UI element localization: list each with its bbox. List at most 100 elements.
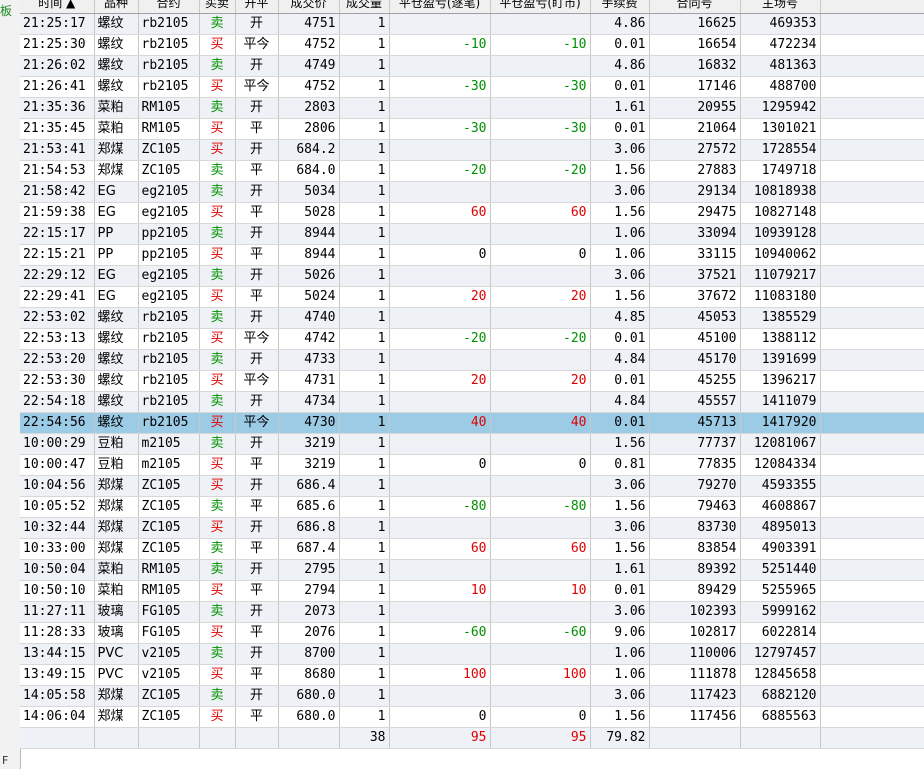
table-row[interactable]: 10:32:44 郑煤 ZC105 买开 686.8 1 3.06 83730 4895013	[20, 517, 924, 539]
cell-contract: m2105	[138, 433, 200, 455]
cell-open-close: 开	[235, 517, 279, 539]
table-row[interactable]: 21:25:30 螺纹 rb2105 买平今 4752 1 -10 -10 0.01 16654 4…	[20, 34, 924, 56]
cell-pnl-mtm	[490, 97, 591, 119]
cell-price: 8944	[278, 244, 340, 266]
cell-main-no: 1749718	[740, 160, 821, 182]
table-row[interactable]: 22:54:56 螺纹 rb2105 买平今 4730 1 40 40 0.01 45713 141…	[20, 412, 924, 434]
table-row[interactable]: 22:15:17 PP pp2105 卖开 8944 1 1.06 33094 10939128	[20, 223, 924, 245]
table-row[interactable]: 21:58:42 EG eg2105 卖开 5034 1 3.06 29134 10818938	[20, 181, 924, 203]
cell-qty: 1	[339, 55, 390, 77]
header-price[interactable]: 成交价	[278, 0, 340, 14]
cell-contract-no: 27883	[649, 160, 741, 182]
cell-qty: 1	[339, 580, 390, 602]
table-row[interactable]: 10:00:29 豆粕 m2105 卖开 3219 1 1.56 77737 12081067	[20, 433, 924, 455]
cell-time: 10:00:47	[20, 454, 95, 476]
table-row[interactable]: 11:28:33 玻璃 FG105 买平 2076 1 -60 -60 9.06 102817 60…	[20, 622, 924, 644]
table-row[interactable]: 10:05:52 郑煤 ZC105 卖平 685.6 1 -80 -80 1.56 79463 46…	[20, 496, 924, 518]
header-open-close[interactable]: 开平	[235, 0, 279, 14]
table-row[interactable]: 14:05:58 郑煤 ZC105 卖开 680.0 1 3.06 117423 6882120	[20, 685, 924, 707]
cell-side: 买	[199, 706, 236, 728]
table-row[interactable]: 21:35:36 菜粕 RM105 卖开 2803 1 1.61 20955 1295942	[20, 97, 924, 119]
cell-main-no: 472234	[740, 34, 821, 56]
cell-pnl-mtm	[490, 307, 591, 329]
table-row[interactable]: 22:29:12 EG eg2105 卖开 5026 1 3.06 37521 11079217	[20, 265, 924, 287]
table-row[interactable]: 22:53:02 螺纹 rb2105 卖开 4740 1 4.85 45053 1385529	[20, 307, 924, 329]
table-row[interactable]: 11:27:11 玻璃 FG105 卖开 2073 1 3.06 102393 5999162	[20, 601, 924, 623]
cell-price: 5026	[278, 265, 340, 287]
cell-open-close: 平	[235, 244, 279, 266]
table-row[interactable]: 21:25:17 螺纹 rb2105 卖开 4751 1 4.86 16625 469353	[20, 13, 924, 35]
table-row[interactable]: 21:35:45 菜粕 RM105 买平 2806 1 -30 -30 0.01 21064 130…	[20, 118, 924, 140]
cell-pnl-trade	[389, 181, 491, 203]
header-side[interactable]: 买卖	[199, 0, 236, 14]
table-row[interactable]: 13:49:15 PVC v2105 买平 8680 1 100 100 1.06 111878 1…	[20, 664, 924, 686]
cell-price: 685.6	[278, 496, 340, 518]
cell-contract-no: 45255	[649, 370, 741, 392]
cell-pnl-mtm	[490, 391, 591, 413]
table-row[interactable]: 10:50:04 菜粕 RM105 卖开 2795 1 1.61 89392 5251440	[20, 559, 924, 581]
table-row[interactable]: 22:53:30 螺纹 rb2105 买平今 4731 1 20 20 0.01 45255 139…	[20, 370, 924, 392]
cell-price: 2794	[278, 580, 340, 602]
cell-open-close: 开	[235, 685, 279, 707]
cell-qty: 1	[339, 76, 390, 98]
cell-time: 22:53:13	[20, 328, 95, 350]
table-row[interactable]: 22:15:21 PP pp2105 买平 8944 1 0 0 1.06 33115 109400…	[20, 244, 924, 266]
cell-variety: 螺纹	[94, 34, 139, 56]
total-pnl-trade: 95	[389, 727, 491, 749]
cell-variety: PP	[94, 244, 139, 266]
header-time[interactable]: 时间 ▲	[20, 0, 95, 14]
cell-side: 卖	[199, 433, 236, 455]
header-main-no[interactable]: 主场号	[740, 0, 821, 14]
table-row[interactable]: 22:53:13 螺纹 rb2105 买平今 4742 1 -20 -20 0.01 45100 1…	[20, 328, 924, 350]
cell-price: 684.2	[278, 139, 340, 161]
header-contract[interactable]: 合约	[138, 0, 200, 14]
cell-price: 8944	[278, 223, 340, 245]
header-pnl-trade[interactable]: 平仓盈亏(逐笔)	[389, 0, 491, 14]
table-row[interactable]: 22:53:20 螺纹 rb2105 卖开 4733 1 4.84 45170 1391699	[20, 349, 924, 371]
cell-contract: RM105	[138, 580, 200, 602]
header-variety[interactable]: 品种	[94, 0, 139, 14]
cell-qty: 1	[339, 475, 390, 497]
table-row[interactable]: 21:54:53 郑煤 ZC105 卖平 684.0 1 -20 -20 1.56 27883 17…	[20, 160, 924, 182]
cell-time: 21:35:36	[20, 97, 95, 119]
cell-pnl-mtm: -10	[490, 34, 591, 56]
cell-qty: 1	[339, 139, 390, 161]
cell-contract-no: 33094	[649, 223, 741, 245]
table-row[interactable]: 10:50:10 菜粕 RM105 买平 2794 1 10 10 0.01 89429 52559…	[20, 580, 924, 602]
cell-main-no: 12084334	[740, 454, 821, 476]
cell-open-close: 开	[235, 601, 279, 623]
cell-qty: 1	[339, 391, 390, 413]
header-fee[interactable]: 手续费	[590, 0, 650, 14]
cell-contract: rb2105	[138, 370, 200, 392]
cell-open-close: 平今	[235, 34, 279, 56]
cell-time: 10:32:44	[20, 517, 95, 539]
cell-contract: rb2105	[138, 55, 200, 77]
filler-cell	[820, 370, 924, 392]
table-row[interactable]: 14:06:04 郑煤 ZC105 买平 680.0 1 0 0 1.56 117456 68855…	[20, 706, 924, 728]
cell-time: 21:59:38	[20, 202, 95, 224]
cell-contract-no: 83730	[649, 517, 741, 539]
table-row[interactable]: 21:53:41 郑煤 ZC105 买开 684.2 1 3.06 27572 1728554	[20, 139, 924, 161]
table-row[interactable]: 10:04:56 郑煤 ZC105 买开 686.4 1 3.06 79270 4593355	[20, 475, 924, 497]
cell-open-close: 平	[235, 160, 279, 182]
table-row[interactable]: 13:44:15 PVC v2105 卖开 8700 1 1.06 110006 1279745…	[20, 643, 924, 665]
table-row[interactable]: 21:26:41 螺纹 rb2105 买平今 4752 1 -30 -30 0.01 17146 4…	[20, 76, 924, 98]
table-row[interactable]: 21:26:02 螺纹 rb2105 卖开 4749 1 4.86 16832 481363	[20, 55, 924, 77]
header-contract-no[interactable]: 合同号	[649, 0, 741, 14]
table-row[interactable]: 10:00:47 豆粕 m2105 买平 3219 1 0 0 0.81 77835 1208433…	[20, 454, 924, 476]
cell-pnl-mtm: -30	[490, 118, 591, 140]
cell-pnl-trade: 20	[389, 370, 491, 392]
table-row[interactable]: 22:29:41 EG eg2105 买平 5024 1 20 20 1.56 37672 1108…	[20, 286, 924, 308]
cell-price: 5024	[278, 286, 340, 308]
table-row[interactable]: 10:33:00 郑煤 ZC105 卖平 687.4 1 60 60 1.56 83854 4903…	[20, 538, 924, 560]
cell-main-no: 5255965	[740, 580, 821, 602]
header-qty[interactable]: 成交量	[339, 0, 390, 14]
table-row[interactable]: 21:59:38 EG eg2105 买平 5028 1 60 60 1.56 29475 1082…	[20, 202, 924, 224]
cell-price: 2795	[278, 559, 340, 581]
header-pnl-mtm[interactable]: 平仓盈亏(盯市)	[490, 0, 591, 14]
cell-main-no: 10939128	[740, 223, 821, 245]
cell-qty: 1	[339, 601, 390, 623]
cell-qty: 1	[339, 538, 390, 560]
cell-qty: 1	[339, 160, 390, 182]
table-row[interactable]: 22:54:18 螺纹 rb2105 卖开 4734 1 4.84 45557 1411079	[20, 391, 924, 413]
